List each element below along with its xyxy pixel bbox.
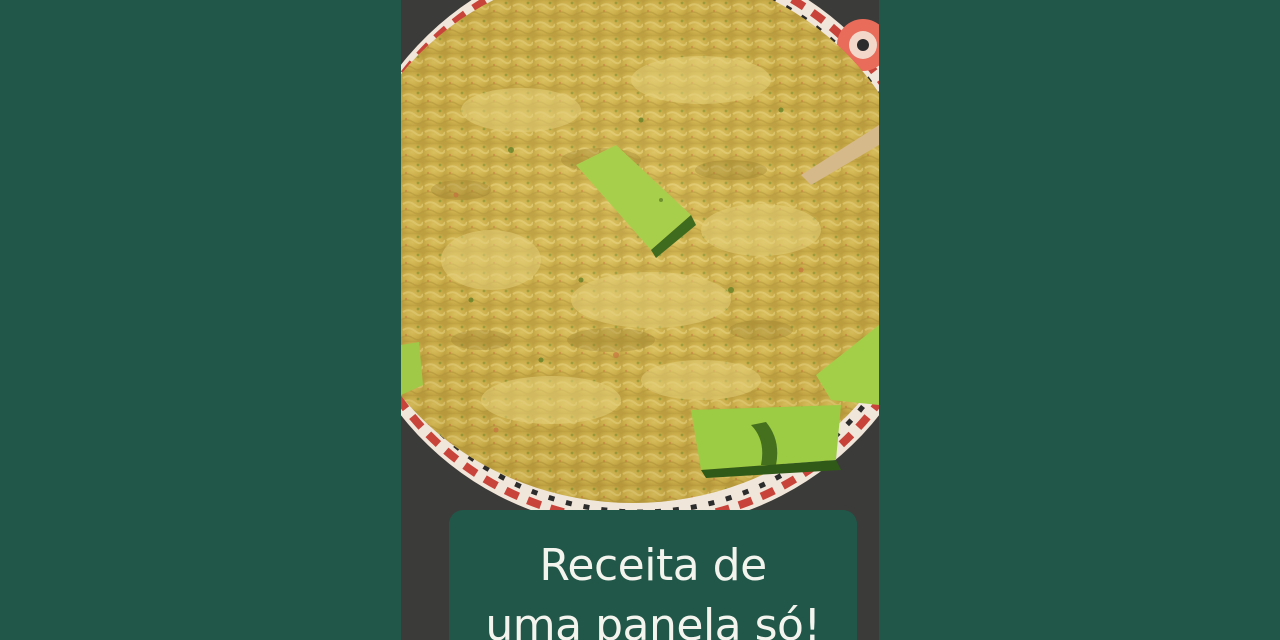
video-thumbnail[interactable]: Receita de uma panela só!	[0, 0, 1280, 640]
food-photo: Receita de uma panela só!	[401, 0, 879, 640]
caption-box: Receita de uma panela só!	[449, 510, 857, 640]
caption-line-2: uma panela só!	[485, 600, 821, 640]
caption-line-1: Receita de	[539, 540, 767, 591]
